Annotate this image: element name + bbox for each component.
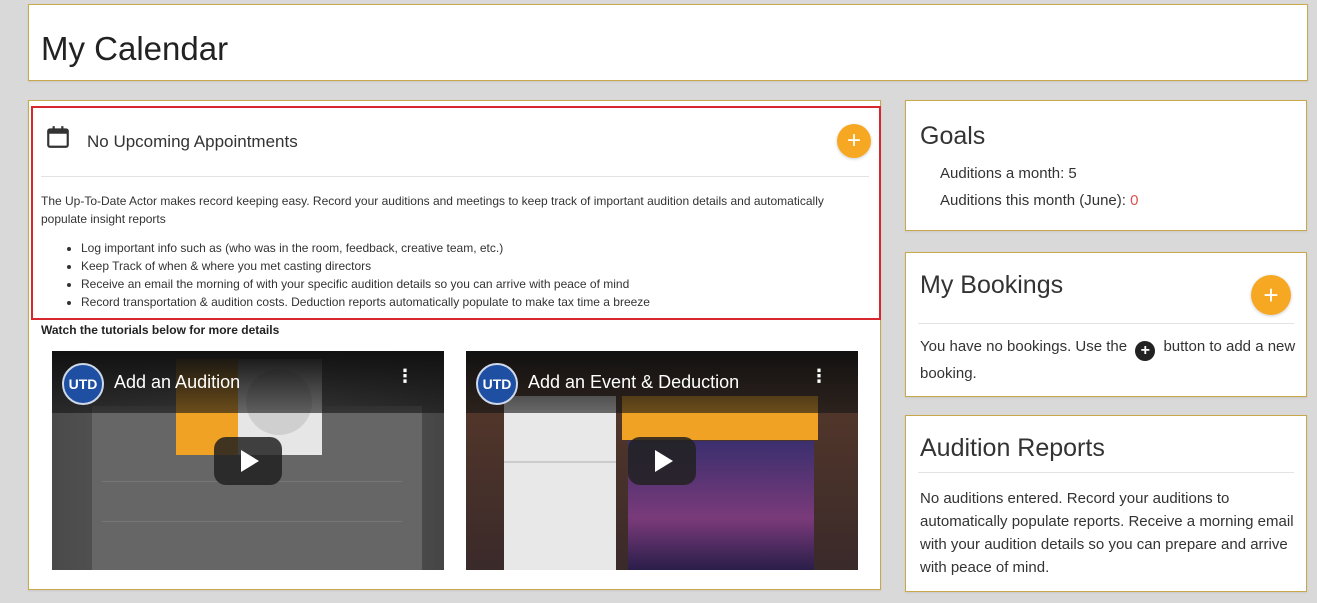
add-booking-button[interactable]: + bbox=[1251, 275, 1291, 315]
goals-card: Goals Auditions a month: 5 Auditions thi… bbox=[905, 100, 1307, 231]
goals-line2-label: Auditions this month (June): bbox=[940, 192, 1131, 209]
header-card: My Calendar bbox=[28, 4, 1308, 81]
divider bbox=[918, 472, 1294, 473]
utd-logo: UTD bbox=[476, 363, 518, 405]
bookings-card: My Bookings + You have no bookings. Use … bbox=[905, 252, 1307, 397]
video-add-audition[interactable]: UTD Add an Audition ⋮ bbox=[52, 351, 444, 570]
reports-empty-message: No auditions entered. Record your auditi… bbox=[920, 490, 1294, 576]
list-item: Keep Track of when & where you met casti… bbox=[81, 257, 650, 275]
play-icon bbox=[655, 450, 673, 472]
audition-reports-card: Audition Reports No auditions entered. R… bbox=[905, 415, 1307, 592]
appointments-title: No Upcoming Appointments bbox=[87, 132, 298, 151]
more-options-icon[interactable]: ⋮ bbox=[810, 367, 828, 385]
play-icon bbox=[241, 450, 259, 472]
utd-logo: UTD bbox=[62, 363, 104, 405]
tutorials-label: Watch the tutorials below for more detai… bbox=[41, 323, 280, 337]
list-item: Receive an email the morning of with you… bbox=[81, 275, 650, 293]
list-item: Record transportation & audition costs. … bbox=[81, 293, 650, 311]
divider bbox=[918, 323, 1294, 324]
play-button[interactable] bbox=[628, 437, 696, 485]
goals-auditions-this-month: Auditions this month (June): 0 bbox=[940, 192, 1138, 209]
video-topbar bbox=[52, 351, 444, 413]
add-appointment-button[interactable]: + bbox=[837, 124, 871, 158]
calendar-icon bbox=[47, 126, 69, 148]
goals-count: 0 bbox=[1130, 192, 1139, 209]
page-title: My Calendar bbox=[41, 30, 229, 67]
goals-heading: Goals bbox=[920, 122, 986, 150]
video-add-event-deduction[interactable]: UTD Add an Event & Deduction ⋮ bbox=[466, 351, 858, 570]
divider bbox=[41, 176, 869, 177]
more-options-icon[interactable]: ⋮ bbox=[396, 367, 414, 385]
add-circle-icon: + bbox=[1135, 340, 1156, 361]
goals-auditions-month: Auditions a month: 5 bbox=[940, 165, 1077, 182]
play-button[interactable] bbox=[214, 437, 282, 485]
bookings-heading: My Bookings bbox=[920, 271, 1064, 299]
appointments-card: No Upcoming Appointments + The Up-To-Dat… bbox=[28, 100, 881, 590]
video-title: Add an Audition bbox=[114, 372, 241, 392]
appointments-description: The Up-To-Date Actor makes record keepin… bbox=[41, 194, 824, 226]
appointments-feature-list: Log important info such as (who was in t… bbox=[81, 239, 650, 311]
video-title: Add an Event & Deduction bbox=[528, 372, 740, 392]
bookings-empty-message: You have no bookings. Use the + button t… bbox=[920, 334, 1300, 386]
bookings-text-before: You have no bookings. Use the bbox=[920, 338, 1128, 355]
reports-heading: Audition Reports bbox=[920, 434, 1105, 462]
appointments-section: No Upcoming Appointments + The Up-To-Dat… bbox=[31, 106, 881, 320]
list-item: Log important info such as (who was in t… bbox=[81, 239, 650, 257]
